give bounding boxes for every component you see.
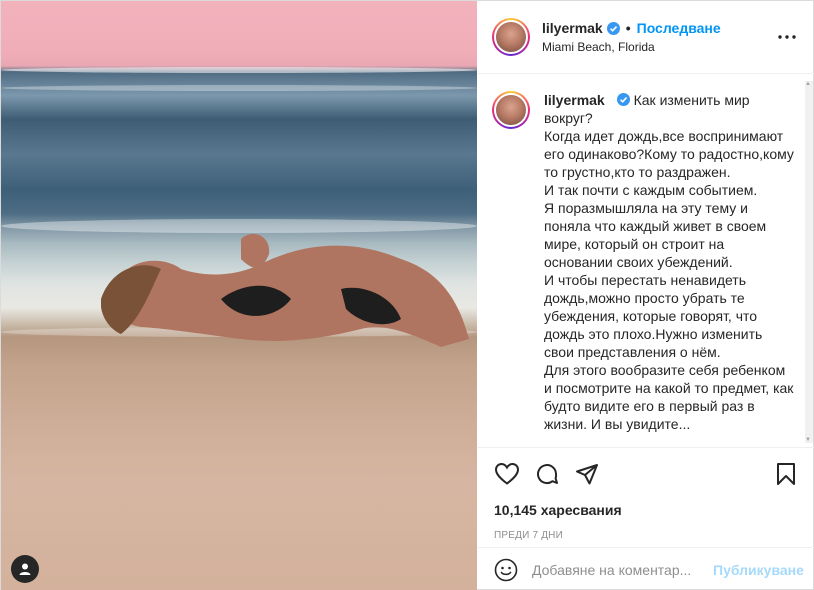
emoji-icon[interactable] (494, 557, 518, 583)
wave-foam (1, 67, 477, 73)
avatar[interactable] (492, 91, 530, 129)
heart-icon[interactable] (494, 461, 520, 487)
username-link[interactable]: lilyermak (544, 92, 605, 108)
caption-line: lilyermak Как изменить мир вокруг? (544, 91, 794, 127)
caption-line: И так почти с каждым событием. (544, 182, 758, 198)
caption-scrollbar[interactable] (805, 81, 813, 443)
username-link[interactable]: lilyermak (542, 20, 603, 36)
post-age[interactable]: ПРЕДИ 7 ДНИ (494, 530, 799, 541)
verified-badge-icon (616, 93, 630, 106)
comment-icon[interactable] (534, 461, 560, 487)
post-side-panel: lilyermak • Последване Miami Beach, Flor… (478, 1, 814, 590)
caption-line: И чтобы перестать ненавидеть дождь,можно… (544, 272, 763, 360)
caption-text: lilyermak Как изменить мир вокруг? Когда… (544, 91, 794, 433)
verified-badge-icon (606, 21, 620, 35)
instagram-post-modal: lilyermak • Последване Miami Beach, Flor… (0, 0, 814, 590)
avatar[interactable] (492, 18, 530, 56)
caption: lilyermak Как изменить мир вокруг? Когда… (492, 91, 799, 433)
publish-button[interactable]: Публикуване (713, 562, 804, 578)
comment-bar: Публикуване (478, 547, 814, 590)
location-link[interactable]: Miami Beach, Florida (542, 40, 775, 54)
comment-input[interactable] (532, 561, 713, 578)
caption-line: Я поразмышляла на эту тему и поняла что … (544, 200, 767, 270)
wave-foam (1, 85, 477, 91)
share-icon[interactable] (574, 461, 600, 487)
model-figure (101, 234, 470, 347)
user-tag-icon[interactable] (11, 555, 39, 583)
post-actions: 10,145 харесвания ПРЕДИ 7 ДНИ (478, 447, 814, 541)
post-photo[interactable] (1, 1, 477, 590)
action-icon-row (494, 460, 799, 488)
caption-line: Для этого вообразите себя ребенком и пос… (544, 362, 794, 432)
likes-count[interactable]: 10,145 харесвания (494, 502, 799, 518)
follow-button[interactable]: Последване (637, 20, 721, 36)
caption-area: lilyermak Как изменить мир вокруг? Когда… (478, 75, 814, 447)
more-options-icon[interactable] (775, 25, 799, 49)
bookmark-icon[interactable] (773, 461, 799, 487)
separator-dot: • (625, 20, 631, 36)
caption-line: Когда идет дождь,все воспринимают его од… (544, 128, 794, 180)
post-header: lilyermak • Последване Miami Beach, Flor… (478, 1, 814, 74)
